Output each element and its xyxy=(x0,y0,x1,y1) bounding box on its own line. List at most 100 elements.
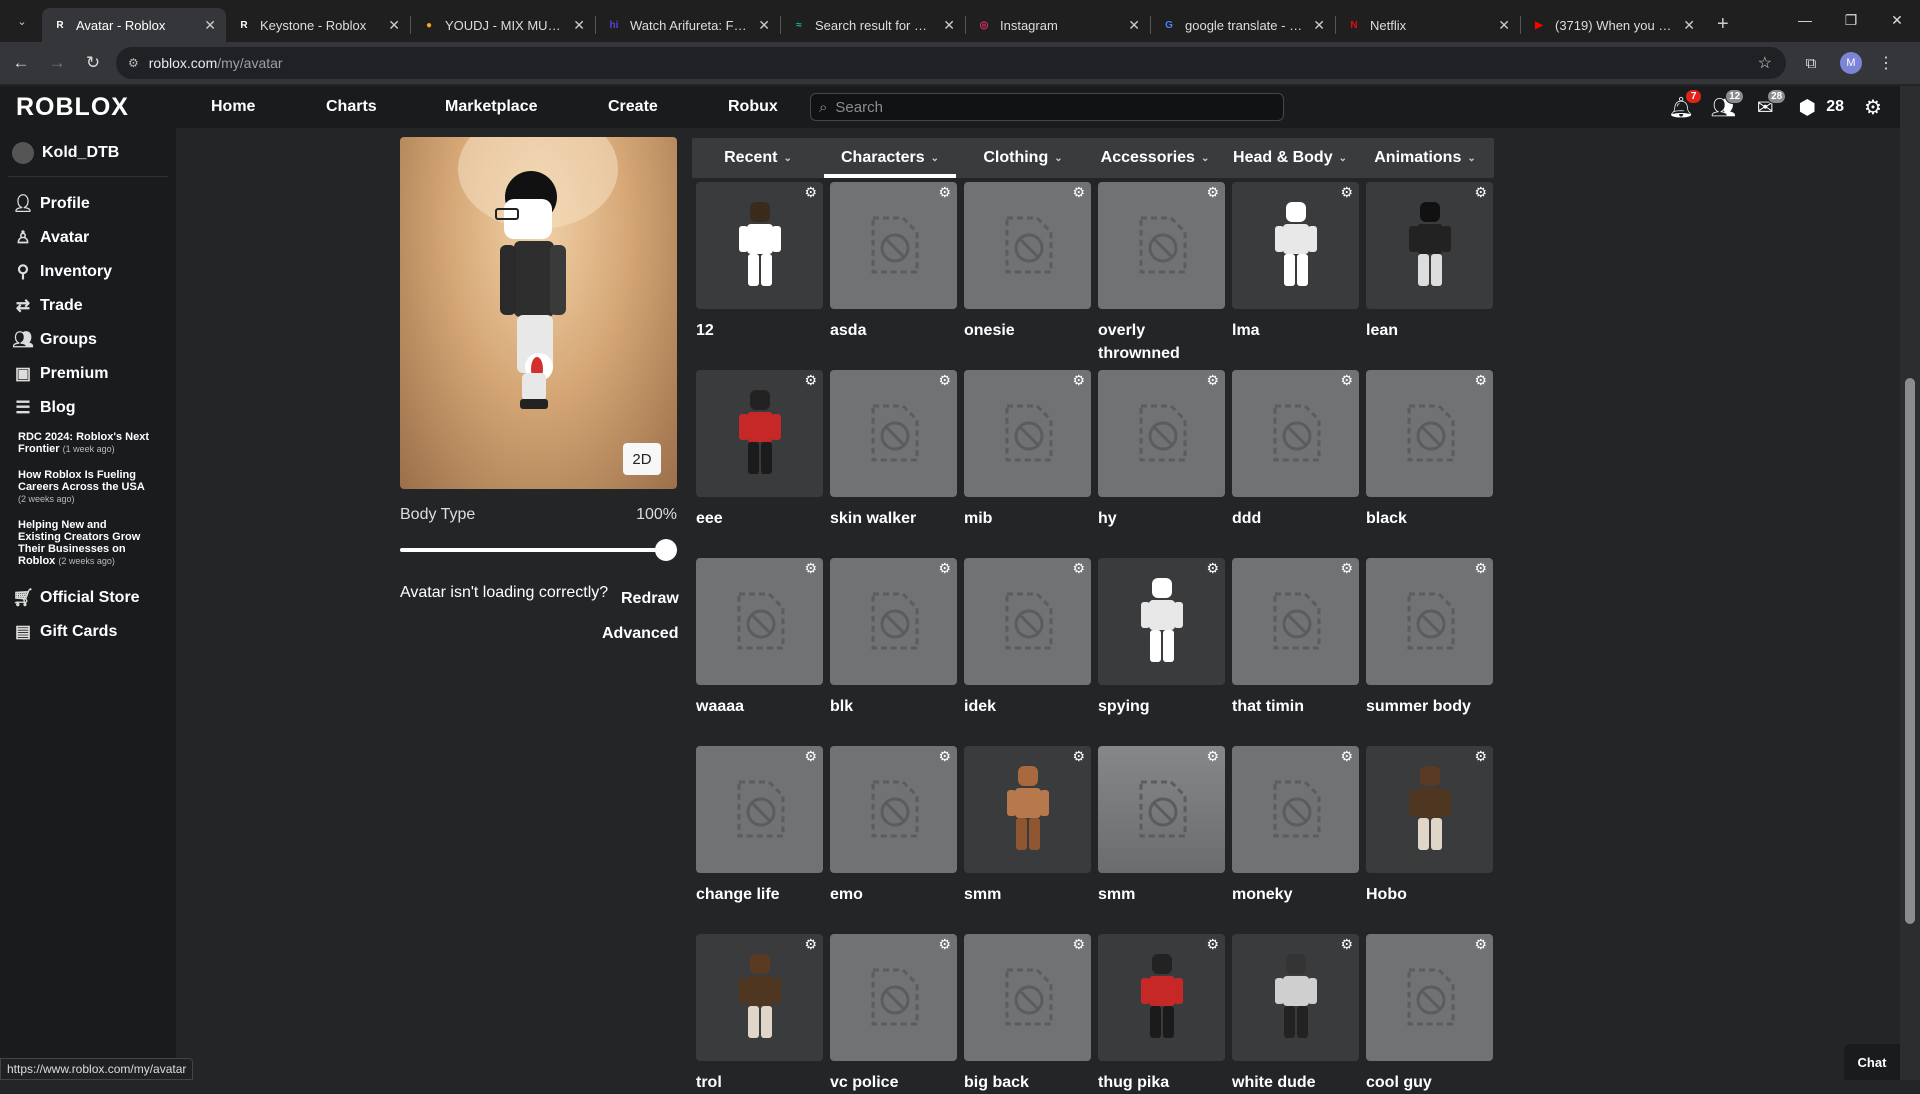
character-card[interactable]: ⚙ asda xyxy=(830,182,957,342)
character-card[interactable]: ⚙ change life xyxy=(696,746,823,906)
character-card[interactable]: ⚙ smm xyxy=(964,746,1091,906)
character-thumbnail[interactable]: ⚙ xyxy=(1232,558,1359,685)
character-name[interactable]: smm xyxy=(1098,883,1225,906)
gear-icon[interactable]: ⚙ xyxy=(1206,561,1219,575)
gear-icon[interactable]: ⚙ xyxy=(1072,749,1085,763)
gear-icon[interactable]: ⚙ xyxy=(1474,749,1487,763)
tab-head-body[interactable]: Head & Body⌄ xyxy=(1220,138,1360,178)
nav-home[interactable]: Home xyxy=(211,98,255,116)
character-card[interactable]: ⚙ overly thrownned xyxy=(1098,182,1225,365)
new-tab-icon[interactable]: + xyxy=(1717,13,1729,36)
character-thumbnail[interactable]: ⚙ xyxy=(1366,934,1493,1061)
slider-thumb[interactable] xyxy=(655,539,677,561)
browser-tab[interactable]: ● YOUDJ - MIX MUSIC ✕ xyxy=(411,8,595,42)
sidebar-item-premium[interactable]: ▣ Premium xyxy=(0,357,176,391)
messages-icon[interactable]: ✉28 xyxy=(1752,94,1778,120)
character-thumbnail[interactable]: ⚙ xyxy=(1098,558,1225,685)
friends-icon[interactable]: 👥︎12 xyxy=(1710,94,1736,120)
search-input[interactable]: ⌕ Search xyxy=(810,93,1284,121)
gear-icon[interactable]: ⚙ xyxy=(938,561,951,575)
character-name[interactable]: summer body xyxy=(1366,695,1493,718)
notifications-icon[interactable]: 🔔︎7 xyxy=(1668,94,1694,120)
character-name[interactable]: black xyxy=(1366,507,1493,530)
reload-icon[interactable]: ↻ xyxy=(78,48,108,78)
character-thumbnail[interactable]: ⚙ xyxy=(830,558,957,685)
tab-close-icon[interactable]: ✕ xyxy=(943,17,955,34)
gear-icon[interactable]: ⚙ xyxy=(1206,373,1219,387)
character-card[interactable]: ⚙ Hobo xyxy=(1366,746,1493,906)
gear-icon[interactable]: ⚙ xyxy=(1340,561,1353,575)
minimize-icon[interactable]: — xyxy=(1782,0,1828,40)
character-thumbnail[interactable]: ⚙ xyxy=(1098,934,1225,1061)
character-name[interactable]: ddd xyxy=(1232,507,1359,530)
character-thumbnail[interactable]: ⚙ xyxy=(696,934,823,1061)
character-name[interactable]: lean xyxy=(1366,319,1493,342)
nav-charts[interactable]: Charts xyxy=(326,98,377,116)
gear-icon[interactable]: ⚙ xyxy=(938,937,951,951)
page-scrollbar[interactable] xyxy=(1900,86,1920,1080)
tab-accessories[interactable]: Accessories⌄ xyxy=(1090,138,1220,178)
character-thumbnail[interactable]: ⚙ xyxy=(964,370,1091,497)
character-name[interactable]: blk xyxy=(830,695,957,718)
character-card[interactable]: ⚙ eee xyxy=(696,370,823,530)
character-card[interactable]: ⚙ summer body xyxy=(1366,558,1493,718)
sidebar-user[interactable]: Kold_DTB xyxy=(0,128,176,164)
character-name[interactable]: that timin xyxy=(1232,695,1359,718)
character-name[interactable]: overly thrownned xyxy=(1098,319,1225,365)
character-name[interactable]: 12 xyxy=(696,319,823,342)
browser-tab[interactable]: R Avatar - Roblox ✕ xyxy=(42,8,226,42)
character-name[interactable]: idek xyxy=(964,695,1091,718)
sidebar-item-inventory[interactable]: ⚲ Inventory xyxy=(0,255,176,289)
chat-button[interactable]: Chat xyxy=(1844,1044,1900,1080)
browser-menu-icon[interactable]: ⋮ xyxy=(1878,53,1894,73)
gear-icon[interactable]: ⚙ xyxy=(938,185,951,199)
character-card[interactable]: ⚙ thug pika xyxy=(1098,934,1225,1094)
character-card[interactable]: ⚙ blk xyxy=(830,558,957,718)
character-name[interactable]: eee xyxy=(696,507,823,530)
sidebar-item-official-store[interactable]: 🛒︎ Official Store xyxy=(0,581,176,615)
character-card[interactable]: ⚙ waaaa xyxy=(696,558,823,718)
site-info-icon[interactable]: ⚙ xyxy=(128,56,139,70)
character-thumbnail[interactable]: ⚙ xyxy=(1098,746,1225,873)
character-name[interactable]: moneky xyxy=(1232,883,1359,906)
character-card[interactable]: ⚙ black xyxy=(1366,370,1493,530)
character-thumbnail[interactable]: ⚙ xyxy=(964,746,1091,873)
toggle-2d-button[interactable]: 2D xyxy=(623,443,661,475)
character-card[interactable]: ⚙ vc police xyxy=(830,934,957,1094)
character-name[interactable]: cool guy xyxy=(1366,1071,1493,1094)
tab-clothing[interactable]: Clothing⌄ xyxy=(956,138,1090,178)
gear-icon[interactable]: ⚙ xyxy=(938,749,951,763)
robux-icon[interactable]: ⬢ xyxy=(1794,94,1820,120)
gear-icon[interactable]: ⚙ xyxy=(1206,749,1219,763)
character-name[interactable]: hy xyxy=(1098,507,1225,530)
character-thumbnail[interactable]: ⚙ xyxy=(830,370,957,497)
browser-tab[interactable]: ▶ (3719) When you brin ✕ xyxy=(1521,8,1705,42)
character-thumbnail[interactable]: ⚙ xyxy=(1098,182,1225,309)
character-card[interactable]: ⚙ spying xyxy=(1098,558,1225,718)
blog-post-link[interactable]: Helping New and Existing Creators Grow T… xyxy=(0,519,150,567)
character-card[interactable]: ⚙ that timin xyxy=(1232,558,1359,718)
extensions-icon[interactable]: ⧉ xyxy=(1796,48,1826,78)
gear-icon[interactable]: ⚙ xyxy=(1072,561,1085,575)
gear-icon[interactable]: ⚙ xyxy=(938,373,951,387)
character-thumbnail[interactable]: ⚙ xyxy=(964,934,1091,1061)
character-card[interactable]: ⚙ hy xyxy=(1098,370,1225,530)
address-bar[interactable]: ⚙ roblox.com/my/avatar ☆ xyxy=(116,47,1786,79)
character-thumbnail[interactable]: ⚙ xyxy=(696,558,823,685)
character-thumbnail[interactable]: ⚙ xyxy=(1366,558,1493,685)
nav-robux[interactable]: Robux xyxy=(728,98,778,116)
character-name[interactable]: trol xyxy=(696,1071,823,1094)
character-thumbnail[interactable]: ⚙ xyxy=(830,746,957,873)
blog-post-link[interactable]: How Roblox Is Fueling Careers Across the… xyxy=(0,469,150,505)
character-thumbnail[interactable]: ⚙ xyxy=(696,746,823,873)
character-name[interactable]: lma xyxy=(1232,319,1359,342)
character-thumbnail[interactable]: ⚙ xyxy=(1098,370,1225,497)
gear-icon[interactable]: ⚙ xyxy=(804,185,817,199)
nav-create[interactable]: Create xyxy=(608,98,658,116)
settings-gear-icon[interactable]: ⚙ xyxy=(1860,94,1886,120)
redraw-button[interactable]: Redraw xyxy=(621,590,679,608)
character-thumbnail[interactable]: ⚙ xyxy=(1366,370,1493,497)
character-thumbnail[interactable]: ⚙ xyxy=(830,934,957,1061)
gear-icon[interactable]: ⚙ xyxy=(1340,185,1353,199)
tab-close-icon[interactable]: ✕ xyxy=(1683,17,1695,34)
